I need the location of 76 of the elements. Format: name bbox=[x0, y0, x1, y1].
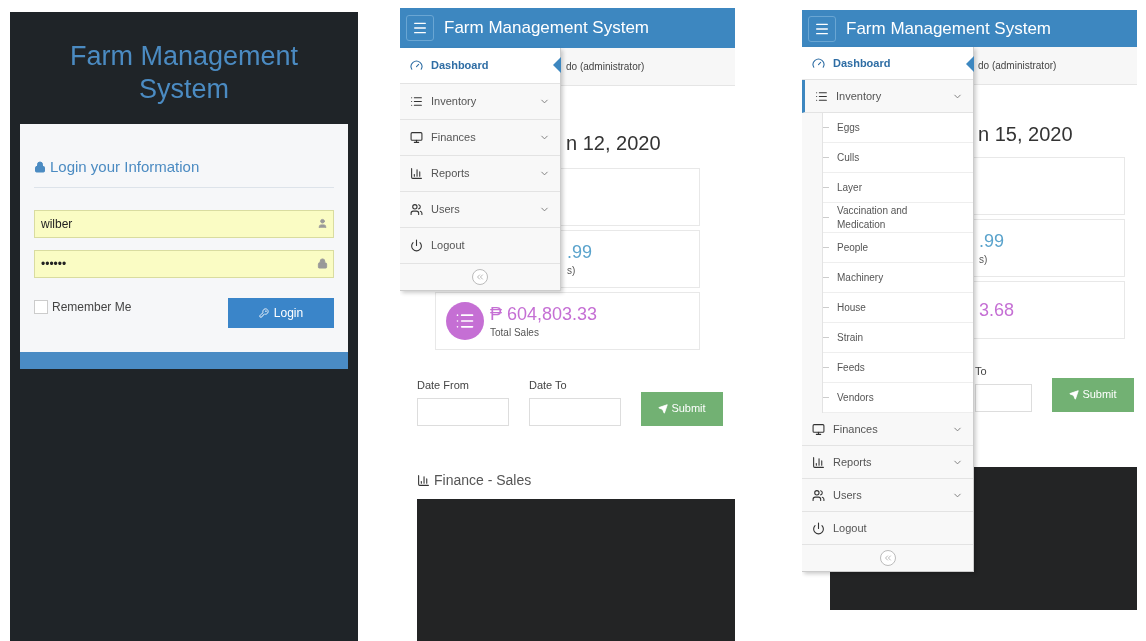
sidebar-item[interactable]: Dashboard bbox=[400, 48, 560, 84]
send-icon bbox=[658, 403, 669, 414]
submenu-item[interactable]: Strain bbox=[837, 330, 957, 345]
field-label: To bbox=[975, 364, 988, 379]
submenu-item[interactable]: Machinery bbox=[837, 270, 957, 285]
collapse-button[interactable] bbox=[879, 550, 896, 566]
submenu-item[interactable]: House bbox=[837, 300, 957, 315]
submenu-item[interactable]: Vendors bbox=[837, 390, 957, 405]
menu-button[interactable] bbox=[406, 15, 434, 41]
submenu-item[interactable]: Layer bbox=[837, 180, 957, 195]
user-role-text: do (administrator) bbox=[566, 60, 645, 74]
gauge-icon bbox=[812, 56, 825, 70]
date-heading: n 12, 2020 bbox=[566, 132, 661, 154]
stat-label: Total Sales bbox=[490, 325, 540, 340]
sidebar-item[interactable]: Logout bbox=[802, 512, 973, 545]
sidebar-item[interactable]: Finances bbox=[802, 413, 973, 446]
menu-button[interactable] bbox=[808, 15, 836, 42]
sidebar-item[interactable]: Dashboard bbox=[802, 47, 973, 80]
app-title: Farm Management System bbox=[846, 17, 1051, 40]
submenu-item[interactable]: People bbox=[837, 240, 957, 255]
sidebar-item[interactable]: Reports bbox=[802, 446, 973, 479]
submenu-item[interactable]: Feeds bbox=[837, 360, 957, 375]
remember-checkbox[interactable] bbox=[34, 299, 48, 314]
field-label: Date From bbox=[417, 378, 470, 393]
user-role-text: do (administrator) bbox=[978, 59, 1057, 73]
field-label: Date To bbox=[529, 378, 568, 393]
list-icon bbox=[815, 89, 828, 103]
app-title: Farm Management System bbox=[444, 17, 649, 40]
sidebar-item[interactable]: Users bbox=[400, 192, 560, 228]
gauge-icon bbox=[410, 59, 423, 72]
stat-value: .99 bbox=[979, 229, 1005, 252]
bar-chart-icon bbox=[410, 167, 423, 180]
stat-value: .99 bbox=[567, 240, 593, 263]
stat-value: 3.68 bbox=[979, 299, 1015, 321]
bar-chart-icon bbox=[417, 473, 430, 487]
stat-label: s) bbox=[567, 263, 577, 278]
date-field[interactable] bbox=[975, 383, 1032, 412]
bar-chart-icon bbox=[812, 455, 825, 469]
double-chevron-icon bbox=[475, 272, 485, 282]
password-field[interactable]: •••••• bbox=[34, 249, 334, 278]
power-icon bbox=[812, 521, 825, 535]
username-field[interactable]: wilber bbox=[34, 209, 334, 238]
date-field[interactable] bbox=[529, 397, 621, 426]
sidebar-item[interactable]: Users bbox=[802, 479, 973, 512]
chart-title: Finance - Sales bbox=[434, 470, 532, 490]
double-chevron-icon bbox=[882, 553, 893, 563]
user-icon bbox=[317, 217, 328, 229]
remember-label: Remember Me bbox=[52, 298, 132, 316]
power-icon bbox=[410, 239, 423, 252]
monitor-icon bbox=[410, 131, 423, 144]
sidebar-item[interactable]: Inventory bbox=[400, 84, 560, 120]
users-icon bbox=[410, 203, 423, 216]
key-icon bbox=[258, 307, 269, 318]
sidebar-item[interactable]: Reports bbox=[400, 156, 560, 192]
date-field[interactable] bbox=[417, 397, 509, 426]
stat-value: ₱ 604,803.33 bbox=[490, 302, 598, 325]
submenu-item[interactable]: Culls bbox=[837, 150, 957, 165]
list-icon bbox=[410, 95, 423, 108]
app-title: Farm Management System bbox=[68, 40, 300, 106]
submenu-item[interactable]: Vaccination and Medication bbox=[837, 203, 957, 232]
menu-icon bbox=[412, 20, 428, 36]
sidebar-item[interactable]: Finances bbox=[400, 120, 560, 156]
submenu-item[interactable]: Eggs bbox=[837, 120, 957, 135]
collapse-button[interactable] bbox=[472, 269, 488, 285]
send-icon bbox=[1069, 389, 1080, 400]
lock-icon bbox=[317, 257, 328, 269]
stat-label: s) bbox=[979, 252, 989, 267]
date-heading: n 15, 2020 bbox=[978, 123, 1073, 145]
sidebar-item[interactable]: Logout bbox=[400, 228, 560, 264]
users-icon bbox=[812, 488, 825, 502]
lock-icon bbox=[34, 161, 46, 174]
monitor-icon bbox=[812, 422, 825, 436]
active-pointer-icon bbox=[966, 56, 974, 72]
login-button[interactable]: Login bbox=[228, 297, 334, 328]
active-pointer-icon bbox=[553, 57, 561, 73]
form-title: Login your Information bbox=[50, 157, 200, 177]
